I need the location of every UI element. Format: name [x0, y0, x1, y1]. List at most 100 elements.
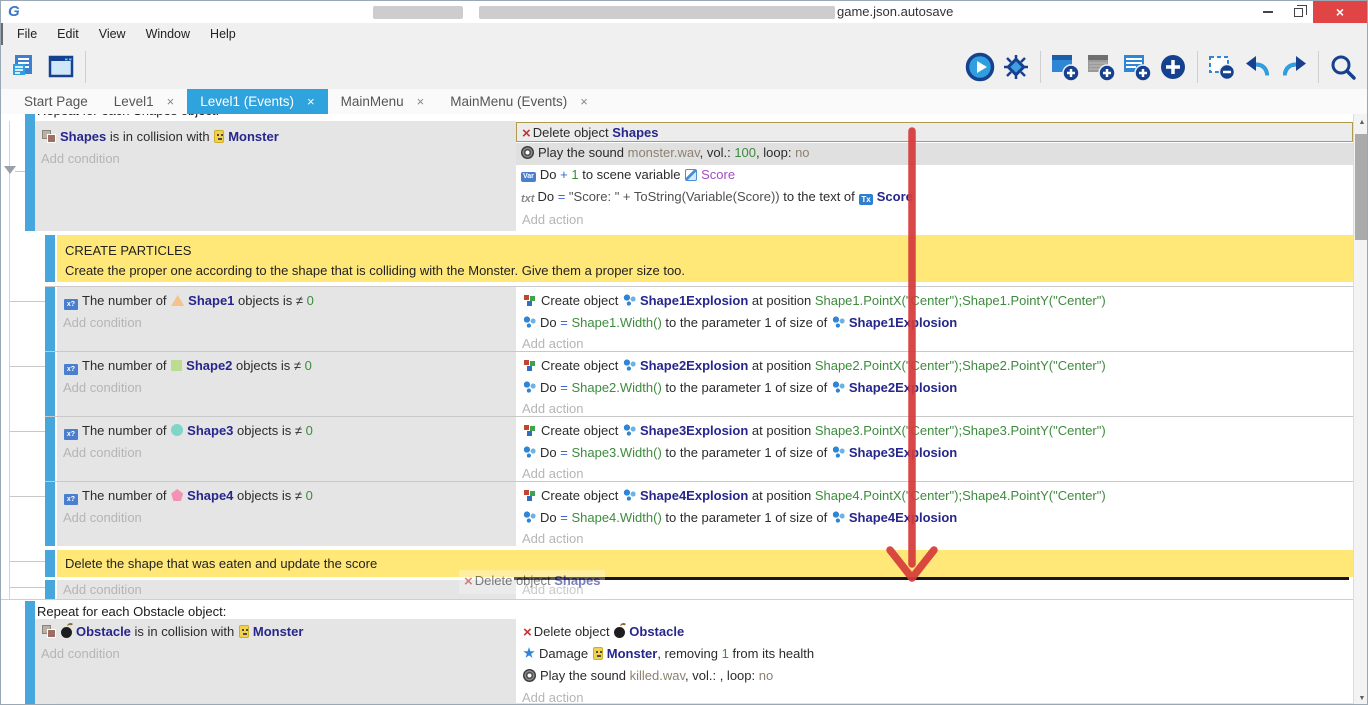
event-highlight-bar[interactable] — [45, 287, 55, 351]
tab-start-page[interactable]: Start Page — [11, 89, 101, 114]
condition-line[interactable]: Shapes is in collision with Monster — [41, 127, 514, 147]
event2-conditions-cell[interactable]: Obstacle is in collision with Monster Ad… — [35, 619, 516, 705]
event-highlight-bar[interactable] — [25, 114, 35, 231]
action-row[interactable]: txtDo = "Score: " + ToString(Variable(Sc… — [516, 187, 1353, 208]
action-line[interactable]: Do = Shape4.Width() to the parameter 1 o… — [522, 508, 1351, 528]
add-condition-link[interactable]: Add condition — [63, 443, 514, 463]
actions-cell[interactable]: Create object Shape4Explosion at positio… — [516, 482, 1353, 546]
add-event-icon[interactable] — [1048, 50, 1082, 84]
event-highlight-bar[interactable] — [45, 580, 55, 599]
actions-cell[interactable]: Create object Shape3Explosion at positio… — [516, 417, 1353, 481]
action-line[interactable]: VarDo + 1 to scene variable Score — [520, 165, 1351, 185]
action-row[interactable]: ×Delete object Shapes — [516, 122, 1353, 142]
action-line[interactable]: Create object Shape1Explosion at positio… — [522, 291, 1351, 311]
remove-selection-icon[interactable] — [1205, 50, 1239, 84]
trailing-actions-cell[interactable]: Add action — [516, 580, 1353, 599]
add-action-link[interactable]: Add action — [522, 580, 1351, 600]
condition-line[interactable]: Obstacle is in collision with Monster — [41, 622, 514, 642]
tab-close-icon[interactable]: × — [167, 89, 175, 114]
add-action-link[interactable]: Add action — [522, 210, 1351, 230]
action-line[interactable]: Do = Shape2.Width() to the parameter 1 o… — [522, 378, 1351, 398]
action-line[interactable]: Do = Shape3.Width() to the parameter 1 o… — [522, 443, 1351, 463]
action-row[interactable]: VarDo + 1 to scene variable Score — [516, 165, 1353, 186]
menu-window[interactable]: Window — [136, 27, 200, 41]
event1-conditions-cell[interactable]: Shapes is in collision with Monster Add … — [35, 121, 516, 231]
condition-line[interactable]: x?The number of Shape3 objects is ≠ 0 — [63, 421, 514, 441]
preview-play-icon[interactable] — [963, 50, 997, 84]
condition-line[interactable]: x?The number of Shape4 objects is ≠ 0 — [63, 486, 514, 506]
event1-actions-cell[interactable]: Add action ×Delete object ShapesPlay the… — [516, 121, 1353, 231]
debug-icon[interactable] — [999, 50, 1033, 84]
action-line[interactable]: Play the sound killed.wav, vol.: , loop:… — [522, 666, 1351, 686]
project-manager-icon[interactable] — [8, 50, 42, 84]
comment-block[interactable]: CREATE PARTICLES Create the proper one a… — [57, 235, 1353, 282]
event-highlight-bar[interactable] — [45, 352, 55, 416]
action-line[interactable]: txtDo = "Score: " + ToString(Variable(Sc… — [520, 187, 1351, 207]
add-comment-icon[interactable] — [1084, 50, 1118, 84]
trailing-conditions-cell[interactable]: Add condition — [57, 580, 516, 599]
add-condition-link[interactable]: Add condition — [41, 149, 514, 169]
tab-mainmenu-events[interactable]: MainMenu (Events)× — [437, 89, 601, 114]
action-line[interactable]: Create object Shape3Explosion at positio… — [522, 421, 1351, 441]
menu-view[interactable]: View — [89, 27, 136, 41]
comment-block[interactable]: Delete the shape that was eaten and upda… — [57, 550, 1353, 577]
tab-close-icon[interactable]: × — [307, 89, 315, 114]
toolbar-separator — [1040, 51, 1041, 83]
tab-close-icon[interactable]: × — [580, 89, 588, 114]
add-condition-link[interactable]: Add condition — [63, 508, 514, 528]
tab-mainmenu[interactable]: MainMenu × — [328, 89, 438, 114]
scene-properties-icon[interactable] — [44, 50, 78, 84]
conditions-cell[interactable]: x?The number of Shape4 objects is ≠ 0Add… — [57, 482, 516, 546]
event2-actions-cell[interactable]: ×Delete object Obstacle Damage Monster, … — [516, 619, 1353, 705]
conditions-cell[interactable]: x?The number of Shape3 objects is ≠ 0Add… — [57, 417, 516, 481]
tab-level1-events[interactable]: Level1 (Events)× — [187, 89, 327, 114]
scroll-up-icon[interactable]: ▲ — [1354, 114, 1368, 130]
tab-close-icon[interactable]: × — [417, 89, 425, 114]
search-icon[interactable] — [1326, 50, 1360, 84]
add-subevent-icon[interactable] — [1120, 50, 1154, 84]
add-action-link[interactable]: Add action — [522, 529, 1351, 549]
menu-file[interactable]: File — [7, 27, 47, 41]
action-line[interactable]: ×Delete object Obstacle — [522, 622, 1351, 642]
add-condition-link[interactable]: Add condition — [63, 582, 142, 597]
add-condition-link[interactable]: Add condition — [63, 378, 514, 398]
add-element-icon[interactable] — [1156, 50, 1190, 84]
undo-icon[interactable] — [1241, 50, 1275, 84]
action-line[interactable]: Create object Shape4Explosion at positio… — [522, 486, 1351, 506]
repeat-event-header[interactable]: Repeat for each Shapes object: — [37, 114, 437, 120]
scrollbar-thumb[interactable] — [1355, 134, 1368, 240]
event-highlight-bar[interactable] — [45, 482, 55, 546]
comment-body: Create the proper one according to the s… — [65, 261, 1351, 281]
shape4-icon — [171, 489, 183, 501]
action-line[interactable]: Damage Monster, removing 1 from its heal… — [522, 644, 1351, 664]
add-condition-link[interactable]: Add condition — [41, 644, 514, 664]
event-highlight-bar[interactable] — [45, 417, 55, 481]
conditions-cell[interactable]: x?The number of Shape1 objects is ≠ 0Add… — [57, 287, 516, 351]
tab-level1[interactable]: Level1× — [101, 89, 187, 114]
bomb-icon — [61, 627, 72, 638]
actions-cell[interactable]: Create object Shape2Explosion at positio… — [516, 352, 1353, 416]
action-line[interactable]: Create object Shape2Explosion at positio… — [522, 356, 1351, 376]
action-line[interactable]: ×Delete object Shapes — [521, 123, 1350, 143]
vertical-scrollbar[interactable]: ▲ ▼ — [1353, 114, 1368, 705]
event-highlight-bar[interactable] — [45, 550, 55, 577]
conditions-cell[interactable]: x?The number of Shape2 objects is ≠ 0Add… — [57, 352, 516, 416]
tab-label: MainMenu — [341, 89, 404, 114]
action-line[interactable]: Play the sound monster.wav, vol.: 100, l… — [520, 143, 1351, 163]
actions-cell[interactable]: Create object Shape1Explosion at positio… — [516, 287, 1353, 351]
close-button[interactable]: × — [1313, 1, 1367, 23]
add-condition-link[interactable]: Add condition — [63, 313, 514, 333]
action-row[interactable]: Play the sound monster.wav, vol.: 100, l… — [516, 143, 1353, 165]
collapse-arrow-icon[interactable] — [4, 166, 16, 174]
minimize-button[interactable] — [1253, 1, 1283, 23]
event-highlight-bar[interactable] — [25, 601, 35, 705]
maximize-button[interactable] — [1283, 1, 1313, 23]
event-highlight-bar[interactable] — [45, 235, 55, 282]
menu-help[interactable]: Help — [200, 27, 246, 41]
redo-icon[interactable] — [1277, 50, 1311, 84]
action-line[interactable]: Do = Shape1.Width() to the parameter 1 o… — [522, 313, 1351, 333]
condition-line[interactable]: x?The number of Shape1 objects is ≠ 0 — [63, 291, 514, 311]
condition-line[interactable]: x?The number of Shape2 objects is ≠ 0 — [63, 356, 514, 376]
scroll-down-icon[interactable]: ▼ — [1354, 690, 1368, 705]
menu-edit[interactable]: Edit — [47, 27, 89, 41]
